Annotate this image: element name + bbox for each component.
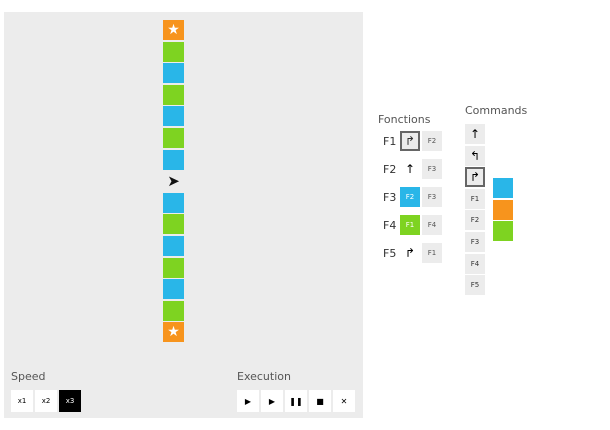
f4-slot-1[interactable]: F1 bbox=[400, 215, 420, 235]
board-tile bbox=[163, 84, 184, 105]
board-tile bbox=[163, 192, 184, 213]
f2-slot-2[interactable]: F3 bbox=[422, 159, 442, 179]
arrow-up-icon: ↑ bbox=[469, 127, 481, 141]
f2-slot-1[interactable]: ↑ bbox=[400, 159, 420, 179]
step-icon: ▶ bbox=[268, 396, 276, 406]
stop-icon: ■ bbox=[316, 396, 324, 406]
clear-button[interactable]: ✕ bbox=[333, 390, 355, 412]
board-tile bbox=[163, 300, 184, 321]
turn-right-icon: ↱ bbox=[404, 246, 416, 260]
function-name-f2: F2 bbox=[383, 163, 397, 176]
commands-title: Commands bbox=[465, 104, 528, 117]
goal-star-tile: ★ bbox=[163, 322, 184, 343]
play-icon: ▶ bbox=[244, 396, 252, 406]
pause-button[interactable]: ❚❚ bbox=[285, 390, 307, 412]
execution-label: Execution bbox=[237, 370, 291, 383]
turn-right-icon: ↱ bbox=[469, 170, 481, 184]
color-green-swatch[interactable] bbox=[493, 221, 513, 241]
command-call-f3[interactable]: F3 bbox=[465, 232, 485, 252]
speed-label: Speed bbox=[11, 370, 46, 383]
robot-tile: ➤ bbox=[163, 171, 184, 191]
board-tile bbox=[163, 257, 184, 278]
speed-x2-button[interactable]: x2 bbox=[35, 390, 57, 412]
function-name-f1: F1 bbox=[383, 135, 397, 148]
command-call-f5[interactable]: F5 bbox=[465, 275, 485, 295]
board-tile bbox=[163, 41, 184, 62]
close-icon: ✕ bbox=[340, 396, 348, 406]
command-call-f2[interactable]: F2 bbox=[465, 210, 485, 230]
command-call-f1[interactable]: F1 bbox=[465, 189, 485, 209]
command-forward[interactable]: ↑ bbox=[465, 124, 485, 144]
board-tile bbox=[163, 149, 184, 170]
turn-right-icon: ↱ bbox=[404, 134, 416, 148]
tile-track: ★ ➤ ★ bbox=[163, 20, 184, 344]
f3-slot-1[interactable]: F2 bbox=[400, 187, 420, 207]
board-tile bbox=[163, 235, 184, 256]
board-tile bbox=[163, 63, 184, 84]
f1-slot-2[interactable]: F2 bbox=[422, 131, 442, 151]
star-icon: ★ bbox=[167, 324, 180, 341]
goal-star-tile: ★ bbox=[163, 20, 184, 40]
board-tile bbox=[163, 279, 184, 300]
command-turn-left[interactable]: ↰ bbox=[465, 146, 485, 166]
board-tile bbox=[163, 214, 184, 235]
f5-slot-2[interactable]: F1 bbox=[422, 243, 442, 263]
f4-slot-2[interactable]: F4 bbox=[422, 215, 442, 235]
pause-icon: ❚❚ bbox=[289, 396, 303, 406]
turn-left-icon: ↰ bbox=[469, 149, 481, 163]
speed-x1-button[interactable]: x1 bbox=[11, 390, 33, 412]
robot-arrow-icon: ➤ bbox=[167, 172, 180, 191]
function-name-f5: F5 bbox=[383, 247, 397, 260]
function-name-f3: F3 bbox=[383, 191, 397, 204]
stop-button[interactable]: ■ bbox=[309, 390, 331, 412]
color-blue-swatch[interactable] bbox=[493, 178, 513, 198]
command-call-f4[interactable]: F4 bbox=[465, 254, 485, 274]
star-icon: ★ bbox=[167, 22, 180, 38]
function-name-f4: F4 bbox=[383, 219, 397, 232]
functions-title: Fonctions bbox=[378, 113, 431, 126]
command-turn-right[interactable]: ↱ bbox=[465, 167, 485, 187]
f1-slot-1[interactable]: ↱ bbox=[400, 131, 420, 151]
board-tile bbox=[163, 106, 184, 127]
f3-slot-2[interactable]: F3 bbox=[422, 187, 442, 207]
step-button[interactable]: ▶ bbox=[261, 390, 283, 412]
color-orange-swatch[interactable] bbox=[493, 200, 513, 220]
speed-x3-button[interactable]: x3 bbox=[59, 390, 81, 412]
f5-slot-1[interactable]: ↱ bbox=[400, 243, 420, 263]
arrow-up-icon: ↑ bbox=[404, 162, 416, 176]
game-board: ★ ➤ ★ Speed x1 x2 x3 Execution ▶ ▶ ❚❚ ■ … bbox=[4, 12, 363, 418]
board-tile bbox=[163, 127, 184, 148]
play-button[interactable]: ▶ bbox=[237, 390, 259, 412]
